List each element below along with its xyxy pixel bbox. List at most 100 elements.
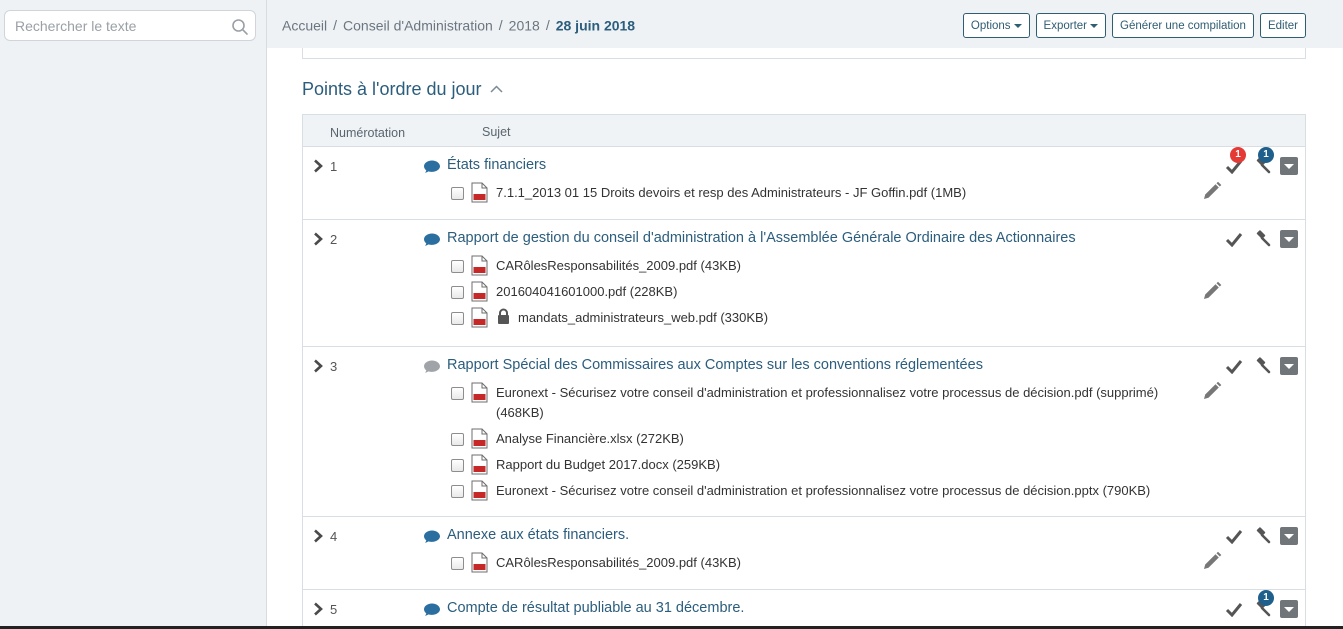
row-actions: [1224, 526, 1298, 546]
search-box: [4, 10, 256, 41]
gavel-icon[interactable]: 1: [1252, 147, 1274, 176]
check-count-badge: 1: [1230, 147, 1246, 163]
chevron-right-icon[interactable]: [313, 529, 323, 546]
document-checkbox[interactable]: [451, 312, 464, 325]
breadcrumb-separator: /: [545, 17, 550, 34]
chevron-up-icon[interactable]: [490, 77, 503, 98]
breadcrumb-home[interactable]: Accueil: [282, 17, 327, 33]
edit-label: Editer: [1267, 19, 1298, 32]
speech-bubble-icon: [423, 159, 441, 177]
section-title: Points à l'ordre du jour: [302, 79, 482, 99]
pencil-icon[interactable]: [1202, 181, 1222, 204]
agenda-row: 4 Annexe aux états financiers. CARôlesRe…: [303, 517, 1305, 590]
gavel-count-badge: 1: [1258, 147, 1274, 163]
dropdown-icon[interactable]: [1280, 357, 1298, 375]
lock-icon: [496, 308, 511, 328]
document-checkbox[interactable]: [451, 433, 464, 446]
check-icon[interactable]: [1224, 356, 1244, 376]
document-checkbox[interactable]: [451, 485, 464, 498]
file-icon: [471, 428, 488, 452]
agenda-row: 3 Rapport Spécial des Commissaires aux C…: [303, 347, 1305, 517]
chevron-right-icon[interactable]: [313, 359, 323, 376]
document-link[interactable]: Rapport du Budget 2017.docx (259KB): [496, 457, 720, 472]
document-link[interactable]: Analyse Financière.xlsx (272KB): [496, 431, 684, 446]
document-checkbox[interactable]: [451, 557, 464, 570]
file-icon: [471, 480, 488, 504]
agenda-row: 2 Rapport de gestion du conseil d'admini…: [303, 220, 1305, 347]
options-button[interactable]: Options: [962, 13, 1030, 38]
chevron-right-icon[interactable]: [313, 232, 323, 249]
check-icon[interactable]: [1224, 229, 1244, 249]
breadcrumb-board[interactable]: Conseil d'Administration: [343, 17, 493, 33]
document-link[interactable]: 7.1.1_2013 01 15 Droits devoirs et resp …: [496, 185, 966, 200]
caret-down-icon: [1013, 23, 1022, 28]
document-item: Euronext - Sécurisez votre conseil d'adm…: [451, 480, 1155, 506]
dropdown-icon[interactable]: [1280, 600, 1298, 618]
document-link[interactable]: Euronext - Sécurisez votre conseil d'adm…: [496, 383, 1186, 423]
pencil-icon[interactable]: [1202, 281, 1222, 304]
agenda-row: 5 Compte de résultat publiable au 31 déc…: [303, 590, 1305, 629]
column-header-subject[interactable]: Sujet: [482, 125, 511, 139]
options-label: Options: [970, 19, 1011, 32]
document-link[interactable]: 201604041601000.pdf (228KB): [496, 284, 677, 299]
document-checkbox[interactable]: [451, 187, 464, 200]
gavel-count-badge: 1: [1258, 590, 1274, 606]
breadcrumb: Accueil / Conseil d'Administration / 2018 / 28…: [282, 16, 635, 33]
document-item: CARôlesResponsabilités_2009.pdf (43KB): [451, 255, 1155, 281]
section-header[interactable]: Points à l'ordre du jour: [302, 77, 503, 100]
agenda-number: 5: [330, 602, 338, 617]
document-item: mandats_administrateurs_web.pdf (330KB): [451, 307, 1155, 333]
document-link[interactable]: CARôlesResponsabilités_2009.pdf (43KB): [496, 258, 741, 273]
agenda-title[interactable]: États financiers: [447, 157, 546, 173]
gavel-icon[interactable]: [1252, 229, 1272, 249]
pencil-icon[interactable]: [1202, 551, 1222, 574]
document-list: 7.1.1_2013 01 15 Droits devoirs et resp …: [451, 182, 1155, 208]
document-checkbox[interactable]: [451, 459, 464, 472]
document-link[interactable]: Euronext - Sécurisez votre conseil d'adm…: [496, 483, 1150, 498]
document-item: CARôlesResponsabilités_2009.pdf (43KB): [451, 552, 1155, 578]
toolbar: Options Exporter Générer une compilation…: [962, 13, 1306, 38]
row-actions: 1 1: [1224, 147, 1298, 176]
pencil-icon[interactable]: [1202, 381, 1222, 404]
agenda-table: Numérotation Sujet 1 États financiers 1 …: [302, 114, 1306, 629]
document-checkbox[interactable]: [451, 286, 464, 299]
check-icon[interactable]: [1224, 599, 1244, 619]
document-checkbox[interactable]: [451, 260, 464, 273]
breadcrumb-separator: /: [333, 17, 338, 34]
search-input[interactable]: [5, 11, 215, 40]
search-icon[interactable]: [231, 18, 249, 39]
document-item: 201604041601000.pdf (228KB): [451, 281, 1155, 307]
edit-button[interactable]: Editer: [1259, 13, 1306, 38]
speech-bubble-icon: [423, 232, 441, 250]
agenda-title[interactable]: Annexe aux états financiers.: [447, 527, 629, 543]
check-icon[interactable]: [1224, 526, 1244, 546]
agenda-title[interactable]: Rapport Spécial des Commissaires aux Com…: [447, 357, 983, 373]
document-link[interactable]: mandats_administrateurs_web.pdf (330KB): [518, 310, 768, 325]
document-item: Rapport du Budget 2017.docx (259KB): [451, 454, 1155, 480]
dropdown-icon[interactable]: [1280, 230, 1298, 248]
gavel-icon[interactable]: 1: [1252, 590, 1274, 619]
breadcrumb-year[interactable]: 2018: [509, 17, 540, 33]
dropdown-icon[interactable]: [1280, 157, 1298, 175]
export-button[interactable]: Exporter: [1035, 13, 1107, 38]
generate-compilation-button[interactable]: Générer une compilation: [1112, 13, 1254, 38]
agenda-title[interactable]: Compte de résultat publiable au 31 décem…: [447, 600, 744, 616]
breadcrumb-current: 28 juin 2018: [555, 17, 636, 34]
agenda-number: 3: [330, 359, 338, 374]
compile-label: Générer une compilation: [1120, 19, 1246, 32]
export-label: Exporter: [1043, 19, 1088, 32]
gavel-icon[interactable]: [1252, 526, 1272, 546]
chevron-right-icon[interactable]: [313, 602, 323, 619]
caret-down-icon: [1090, 23, 1099, 28]
chevron-right-icon[interactable]: [313, 159, 323, 176]
table-header: Numérotation Sujet: [303, 115, 1305, 147]
dropdown-icon[interactable]: [1280, 527, 1298, 545]
check-icon[interactable]: 1: [1224, 147, 1246, 176]
document-checkbox[interactable]: [451, 387, 464, 400]
document-link[interactable]: CARôlesResponsabilités_2009.pdf (43KB): [496, 555, 741, 570]
file-icon: [471, 182, 488, 206]
gavel-icon[interactable]: [1252, 356, 1272, 376]
document-item: Analyse Financière.xlsx (272KB): [451, 428, 1155, 454]
agenda-title[interactable]: Rapport de gestion du conseil d'administ…: [447, 230, 1076, 246]
column-header-number[interactable]: Numérotation: [330, 126, 405, 140]
